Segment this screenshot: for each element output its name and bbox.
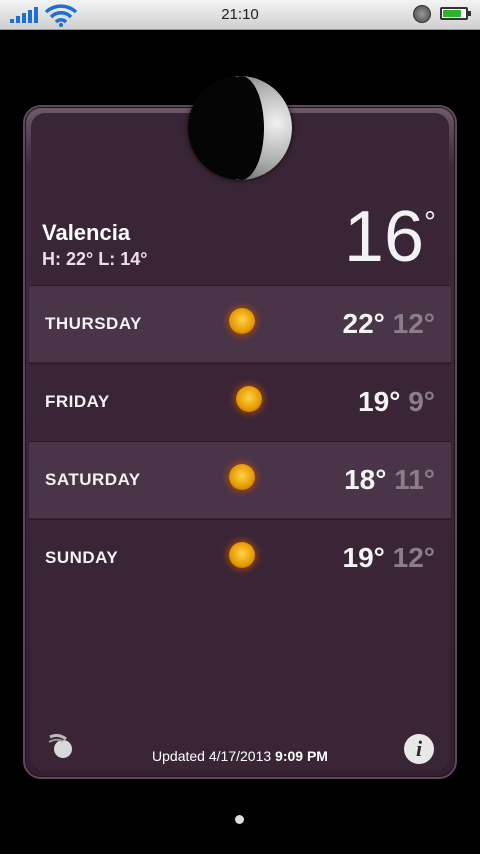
forecast-day: SATURDAY [45,470,141,489]
forecast-day: SUNDAY [45,548,119,567]
forecast-low: 11° [394,464,435,495]
forecast-high: 22° [342,308,385,339]
current-temperature: 16° [344,196,436,278]
forecast-high: 19° [358,386,401,417]
city-name: Valencia [42,220,131,245]
high-low-today: H: 22° L: 14° [42,249,148,269]
sun-icon [229,308,255,334]
updated-time: 9:09 PM [275,748,328,764]
moon-phase-icon [188,76,292,180]
forecast-high: 19° [342,542,385,573]
forecast-day: FRIDAY [45,392,110,411]
alarm-icon [413,5,431,23]
status-time: 21:10 [221,6,259,23]
info-button[interactable]: i [404,734,434,764]
forecast-row: THURSDAY 22° 12° [29,285,451,362]
forecast-temps: 22° 12° [343,308,435,340]
forecast-temps: 18° 11° [344,464,435,496]
current-temp-value: 16 [343,197,424,277]
forecast-low: 12° [392,308,435,339]
sun-icon [236,386,262,412]
forecast-low: 12° [392,542,435,573]
sun-icon [229,542,255,568]
forecast-temps: 19° 9° [358,386,435,418]
forecast-row: SATURDAY 18° 11° [29,441,451,518]
forecast-low: 9° [408,386,435,417]
forecast-high: 18° [344,464,387,495]
forecast-row: FRIDAY 19° 9° [29,363,451,440]
updated-label: Updated [152,748,205,764]
forecast-day: THURSDAY [45,314,142,333]
page-indicator-dot[interactable] [235,815,244,824]
forecast-temps: 19° 12° [343,542,435,574]
battery-icon [440,7,471,20]
sun-icon [229,464,255,490]
forecast-row: SUNDAY 19° 12° [29,519,451,596]
updated-date: 4/17/2013 [208,748,272,764]
degree-symbol: ° [424,206,436,239]
status-bar: 21:10 [0,0,480,30]
